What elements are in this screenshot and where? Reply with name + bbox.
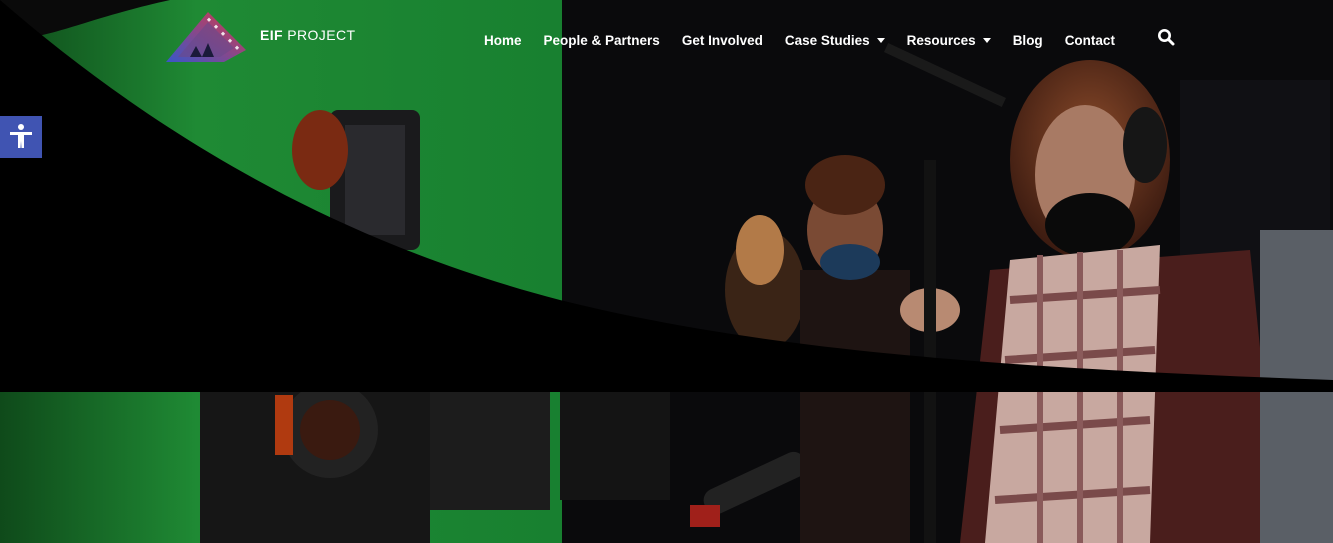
- nav-item-case-studies[interactable]: Case Studies: [785, 33, 885, 48]
- logo-wordmark: EIF PROJECT: [260, 27, 355, 43]
- chevron-down-icon: [982, 38, 991, 43]
- nav-item-blog[interactable]: Blog: [1013, 33, 1043, 48]
- nav-item-resources[interactable]: Resources: [907, 33, 991, 48]
- search-button[interactable]: [1157, 28, 1175, 51]
- search-icon: [1158, 29, 1175, 46]
- main-nav: Home People & Partners Get Involved Case…: [484, 33, 1137, 48]
- nav-label: People & Partners: [543, 33, 660, 48]
- chevron-down-icon: [876, 38, 885, 43]
- hero-section: EIF PROJECT Home People & Partners Get I…: [0, 0, 1333, 543]
- nav-label: Case Studies: [784, 33, 870, 48]
- accessibility-toolbar-button[interactable]: [0, 116, 42, 158]
- nav-label: Blog: [1012, 33, 1043, 48]
- site-logo[interactable]: EIF PROJECT: [164, 10, 355, 66]
- logo-rest-text: PROJECT: [282, 27, 356, 43]
- nav-label: Contact: [1064, 33, 1115, 48]
- film-strip-logo-icon: [166, 12, 246, 62]
- accessibility-icon: [10, 124, 32, 148]
- nav-label: Resources: [906, 33, 976, 48]
- hero-curve-overlay: [0, 0, 1333, 392]
- nav-label: Home: [484, 33, 522, 48]
- nav-item-home[interactable]: Home: [484, 33, 522, 48]
- nav-item-contact[interactable]: Contact: [1065, 33, 1115, 48]
- nav-item-get-involved[interactable]: Get Involved: [682, 33, 763, 48]
- logo-bold-text: EIF: [260, 27, 283, 43]
- nav-label: Get Involved: [681, 33, 763, 48]
- nav-item-people-partners[interactable]: People & Partners: [544, 33, 660, 48]
- site-header: EIF PROJECT Home People & Partners Get I…: [0, 0, 1333, 80]
